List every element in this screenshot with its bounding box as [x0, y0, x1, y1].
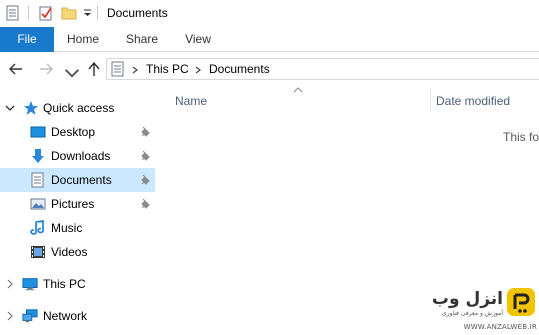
properties-icon[interactable] — [6, 5, 20, 21]
tab-view[interactable]: View — [178, 27, 218, 52]
watermark-tagline: آموزش و معرفی فناوری — [441, 310, 503, 317]
checkmark-properties-icon[interactable] — [38, 5, 54, 21]
desktop-icon — [30, 126, 46, 138]
sidebar-item-network[interactable]: Network — [0, 304, 155, 328]
sidebar-item-music[interactable]: Music — [0, 216, 155, 240]
sidebar-item-label: Pictures — [51, 197, 95, 211]
sidebar-item-label: Videos — [51, 245, 88, 259]
sidebar-item-pictures[interactable]: Pictures — [0, 192, 155, 216]
title-separator — [97, 6, 98, 20]
sidebar-item-this-pc[interactable]: This PC — [0, 272, 155, 296]
chevron-right-icon[interactable] — [5, 311, 15, 321]
sidebar-item-label: Documents — [51, 173, 112, 187]
network-icon — [22, 309, 38, 323]
anzalweb-logo-icon — [507, 288, 535, 316]
sidebar-item-label: Desktop — [51, 125, 96, 139]
empty-folder-message: This fo — [503, 130, 539, 144]
watermark-logo: انزل وب آموزش و معرفی فناوری WWW.ANZALWE… — [430, 285, 539, 335]
sidebar-item-label: Music — [51, 221, 83, 235]
documents-icon — [31, 172, 44, 188]
ribbon-tabs: File Home Share View — [0, 27, 539, 52]
pin-icon — [141, 174, 150, 185]
sidebar-item-downloads[interactable]: Downloads — [0, 144, 155, 168]
documents-location-icon — [111, 61, 124, 77]
column-header-date-modified[interactable]: Date modified — [436, 94, 510, 108]
sidebar-item-desktop[interactable]: Desktop — [0, 120, 155, 144]
new-folder-icon[interactable] — [61, 5, 77, 21]
pin-icon — [141, 126, 150, 137]
sidebar-item-documents[interactable]: Documents — [0, 168, 155, 192]
breadcrumb-chevron-icon[interactable] — [195, 66, 201, 74]
customize-toolbar-chevron-icon[interactable] — [83, 9, 92, 18]
address-bar[interactable]: This PC Documents — [106, 58, 539, 80]
computer-icon — [22, 278, 38, 291]
sidebar-item-label: Quick access — [43, 101, 115, 115]
pin-icon — [141, 150, 150, 161]
tab-file[interactable]: File — [0, 27, 54, 52]
breadcrumb-chevron-icon[interactable] — [132, 66, 138, 74]
sort-ascending-icon — [293, 87, 303, 93]
tab-share[interactable]: Share — [120, 27, 164, 52]
music-icon — [30, 220, 44, 235]
column-divider[interactable] — [430, 88, 431, 112]
window-title: Documents — [107, 6, 168, 20]
title-separator — [28, 6, 29, 20]
watermark-brand: انزل وب — [431, 289, 503, 309]
tab-home[interactable]: Home — [62, 27, 104, 52]
sidebar-item-label: Network — [43, 309, 88, 323]
breadcrumb-this-pc[interactable]: This PC — [146, 62, 189, 76]
sidebar-item-label: Downloads — [51, 149, 111, 163]
sidebar-item-label: This PC — [43, 277, 86, 291]
recent-locations-chevron-icon[interactable] — [64, 65, 80, 81]
forward-arrow-icon[interactable] — [38, 61, 54, 77]
up-arrow-icon[interactable] — [86, 61, 102, 77]
navigation-pane: Quick access Desktop Downloads Documents — [0, 86, 155, 335]
videos-icon — [31, 246, 45, 258]
column-header-name[interactable]: Name — [175, 94, 207, 108]
pin-icon — [141, 198, 150, 209]
title-bar: Documents — [0, 0, 539, 27]
watermark-url: WWW.ANZALWEB.IR — [463, 323, 537, 331]
download-icon — [32, 149, 44, 163]
sidebar-item-quick-access[interactable]: Quick access — [0, 96, 155, 120]
chevron-right-icon[interactable] — [5, 279, 15, 289]
back-arrow-icon[interactable] — [8, 61, 24, 77]
star-icon — [24, 101, 38, 115]
chevron-down-icon[interactable] — [5, 103, 15, 113]
pictures-icon — [30, 198, 46, 210]
sidebar-item-videos[interactable]: Videos — [0, 240, 155, 264]
breadcrumb-documents[interactable]: Documents — [209, 62, 270, 76]
